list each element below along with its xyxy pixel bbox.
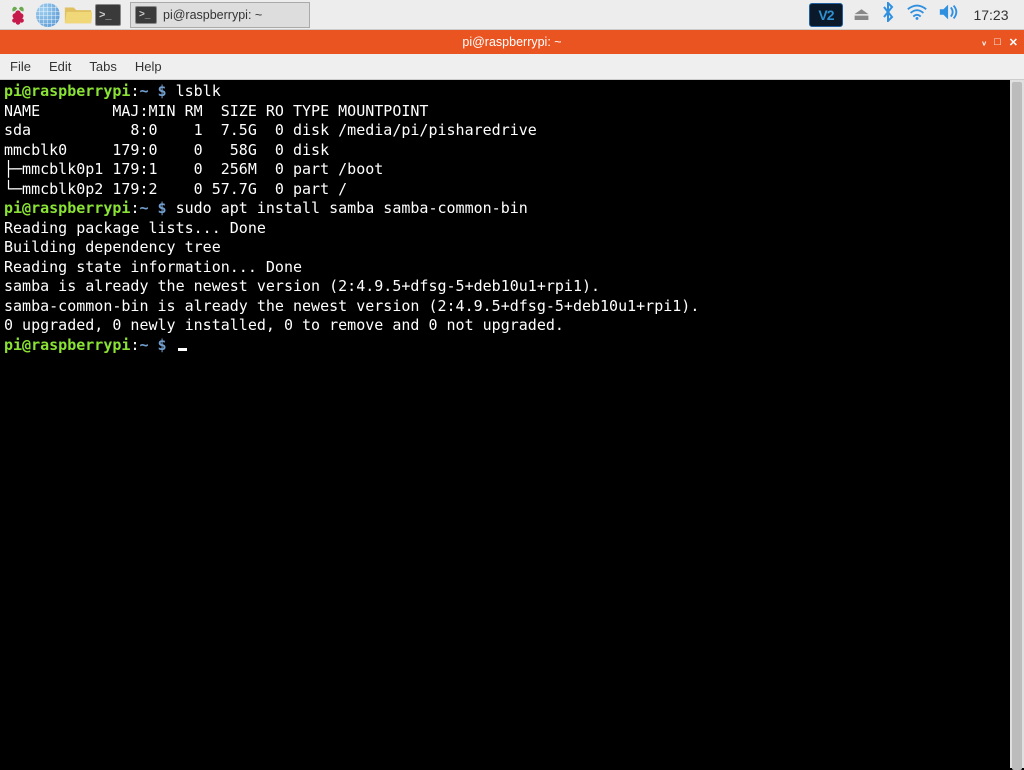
minimize-button[interactable]: ᵥ	[982, 36, 986, 48]
terminal-window: pi@raspberrypi: ~ ᵥ □ ✕ File Edit Tabs H…	[0, 30, 1024, 768]
terminal-launcher-icon[interactable]: >_	[94, 1, 122, 29]
apt-output: Reading state information... Done	[4, 258, 302, 276]
prompt-path: ~ $	[139, 199, 166, 217]
lsblk-row: └─mmcblk0p2 179:2 0 57.7G 0 part /	[4, 180, 347, 198]
scrollbar-thumb[interactable]	[1012, 82, 1022, 770]
apt-output: Reading package lists... Done	[4, 219, 266, 237]
terminal-icon: >_	[135, 6, 157, 24]
scrollbar[interactable]	[1010, 80, 1024, 768]
vnc-icon[interactable]: V2	[809, 3, 843, 27]
menu-help[interactable]: Help	[135, 59, 162, 74]
file-manager-icon[interactable]	[64, 1, 92, 29]
raspberry-menu-icon[interactable]	[4, 1, 32, 29]
taskbar-window-label: pi@raspberrypi: ~	[163, 8, 262, 22]
terminal-body[interactable]: pi@raspberrypi:~ $ lsblk NAME MAJ:MIN RM…	[0, 80, 1024, 768]
cursor	[178, 348, 187, 351]
command-1: lsblk	[167, 82, 221, 100]
apt-output: Building dependency tree	[4, 238, 284, 256]
taskbar-right: V2 ⏏ 17:23	[809, 2, 1020, 28]
titlebar[interactable]: pi@raspberrypi: ~ ᵥ □ ✕	[0, 30, 1024, 54]
lsblk-row: sda 8:0 1 7.5G 0 disk /media/pi/pishared…	[4, 121, 537, 139]
menu-file[interactable]: File	[10, 59, 31, 74]
prompt-path: ~ $	[139, 336, 166, 354]
prompt-user: pi@raspberrypi	[4, 82, 130, 100]
prompt-user: pi@raspberrypi	[4, 199, 130, 217]
maximize-button[interactable]: □	[994, 36, 1001, 48]
volume-icon[interactable]	[938, 3, 960, 26]
close-button[interactable]: ✕	[1009, 36, 1018, 49]
eject-icon[interactable]: ⏏	[853, 4, 870, 25]
command-2: sudo apt install samba samba-common-bin	[167, 199, 528, 217]
menubar: File Edit Tabs Help	[0, 54, 1024, 80]
bluetooth-icon[interactable]	[880, 2, 896, 28]
menu-tabs[interactable]: Tabs	[89, 59, 116, 74]
apt-output: 0 upgraded, 0 newly installed, 0 to remo…	[4, 316, 564, 334]
web-browser-icon[interactable]	[34, 1, 62, 29]
taskbar-window-item[interactable]: >_ pi@raspberrypi: ~	[130, 2, 310, 28]
lsblk-row: ├─mmcblk0p1 179:1 0 256M 0 part /boot	[4, 160, 383, 178]
prompt-user: pi@raspberrypi	[4, 336, 130, 354]
titlebar-controls: ᵥ □ ✕	[982, 30, 1018, 54]
prompt-path: ~ $	[139, 82, 166, 100]
taskbar-left: >_ >_ pi@raspberrypi: ~	[4, 1, 310, 29]
window-title: pi@raspberrypi: ~	[462, 35, 561, 49]
menu-edit[interactable]: Edit	[49, 59, 71, 74]
taskbar: >_ >_ pi@raspberrypi: ~ V2 ⏏ 17:23	[0, 0, 1024, 30]
lsblk-header: NAME MAJ:MIN RM SIZE RO TYPE MOUNTPOINT	[4, 102, 428, 120]
apt-output: samba-common-bin is already the newest v…	[4, 297, 699, 315]
apt-output: samba is already the newest version (2:4…	[4, 277, 600, 295]
clock[interactable]: 17:23	[970, 7, 1012, 23]
lsblk-row: mmcblk0 179:0 0 58G 0 disk	[4, 141, 338, 159]
wifi-icon[interactable]	[906, 3, 928, 26]
